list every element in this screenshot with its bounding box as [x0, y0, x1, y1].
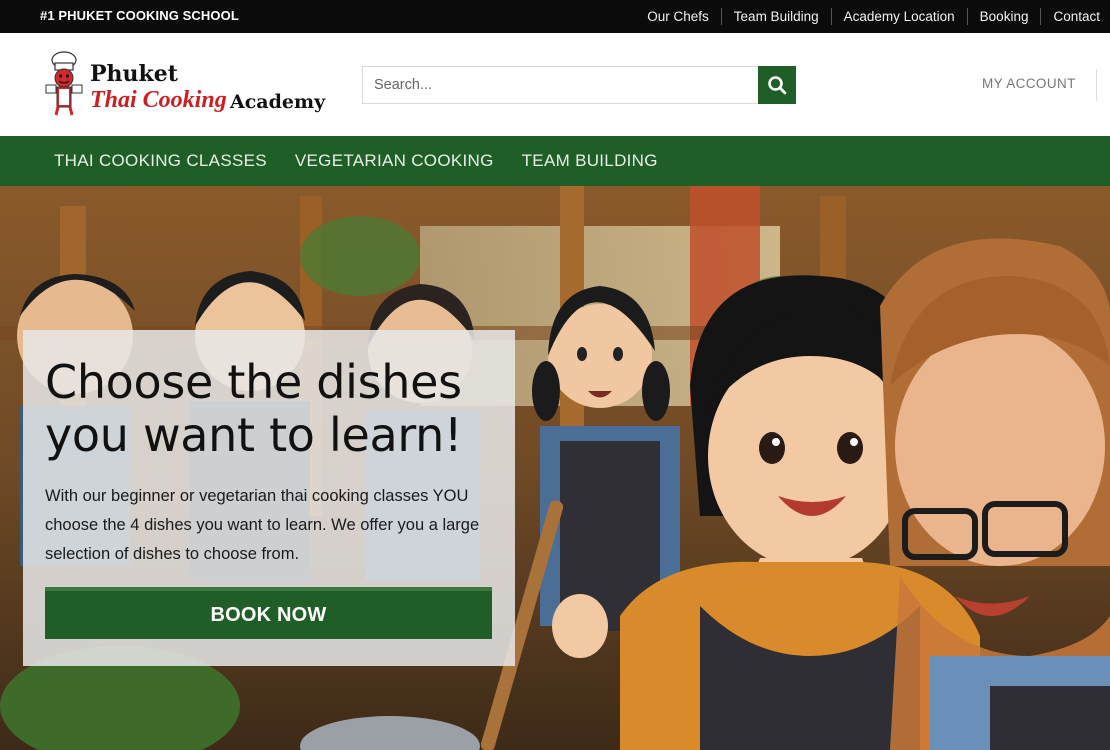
- hero-heading: Choose the dishes you want to learn!: [45, 355, 463, 462]
- top-link-our-chefs[interactable]: Our Chefs: [635, 8, 721, 25]
- search-box: [362, 66, 796, 104]
- top-links: Our Chefs Team Building Academy Location…: [635, 0, 1110, 33]
- site-logo[interactable]: Phuket Thai Cooking Academy: [44, 49, 334, 121]
- my-account-link[interactable]: MY ACCOUNT: [982, 76, 1076, 91]
- logo-line-thai-cooking: Thai Cooking: [90, 87, 227, 113]
- school-tagline: #1 PHUKET COOKING SCHOOL: [40, 8, 239, 23]
- hero-banner: Choose the dishes you want to learn! Wit…: [0, 186, 1110, 750]
- search-button[interactable]: [758, 66, 796, 104]
- top-bar: #1 PHUKET COOKING SCHOOL Our Chefs Team …: [0, 0, 1110, 33]
- logo-line-academy: Academy: [230, 91, 326, 113]
- top-link-team-building[interactable]: Team Building: [720, 8, 831, 25]
- logo-line-phuket: Phuket: [90, 61, 178, 87]
- book-now-button[interactable]: BOOK NOW: [45, 587, 492, 639]
- nav-item-team-building[interactable]: TEAM BUILDING: [508, 151, 672, 171]
- hero-description: With our beginner or vegetarian thai coo…: [45, 487, 480, 563]
- top-link-academy-location[interactable]: Academy Location: [830, 8, 967, 25]
- nav-item-vegetarian-cooking[interactable]: VEGETARIAN COOKING: [281, 151, 508, 171]
- top-link-booking[interactable]: Booking: [966, 8, 1041, 25]
- top-link-contact[interactable]: Contact: [1040, 8, 1110, 25]
- search-input[interactable]: [363, 67, 759, 103]
- chef-mascot-icon: [45, 51, 83, 116]
- header-divider: [1096, 69, 1097, 101]
- site-header: Phuket Thai Cooking Academy MY ACCOUNT: [0, 33, 1110, 136]
- search-icon: [768, 76, 787, 95]
- nav-item-thai-cooking-classes[interactable]: THAI COOKING CLASSES: [40, 151, 281, 171]
- hero-card: Choose the dishes you want to learn! Wit…: [23, 330, 515, 666]
